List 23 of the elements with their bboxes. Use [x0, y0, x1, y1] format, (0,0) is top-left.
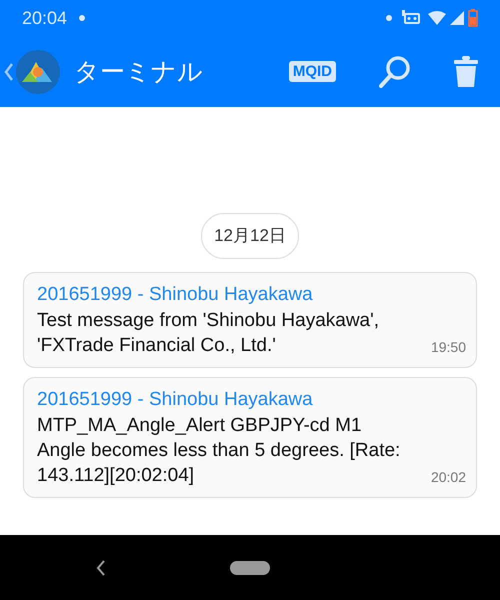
- screen-title: ターミナル: [74, 56, 203, 88]
- message-time: 20:02: [430, 468, 466, 487]
- message-text: Test message from 'Shinobu Hayakawa', 'FXTrade Financial Co., Ltd.': [37, 309, 380, 358]
- battery-icon: [468, 9, 478, 27]
- message-card[interactable]: 201651999 - Shinobu Hayakawa MTP_MA_Angle_Alert GBPJPY-cd M1 Angle becomes less than 5 degrees. [Rate: 143.112][20:02:04] 20:02: [23, 377, 477, 498]
- message-sender: 201651999 - Shinobu Hayakawa: [37, 388, 313, 412]
- date-chip: 12月12日: [201, 213, 299, 259]
- message-card[interactable]: 201651999 - Shinobu Hayakawa Test message from 'Shinobu Hayakawa', 'FXTrade Financial Co., Ltd.' 19:50: [23, 272, 477, 368]
- home-pill[interactable]: [230, 560, 270, 574]
- app-logo-icon: [16, 50, 60, 94]
- signal-icon: [450, 11, 464, 25]
- trash-icon: [454, 56, 478, 88]
- wifi-icon: [428, 11, 446, 25]
- robot-icon: [402, 10, 420, 26]
- back-button[interactable]: [4, 50, 60, 94]
- back-nav-icon[interactable]: [96, 560, 106, 576]
- message-time: 19:50: [430, 338, 466, 357]
- delete-button[interactable]: [454, 56, 478, 88]
- search-button[interactable]: [378, 54, 412, 88]
- message-text: MTP_MA_Angle_Alert GBPJPY-cd M1 Angle becomes less than 5 degrees. [Rate: 143.112][20:02:04]: [37, 414, 402, 488]
- message-sender: 201651999 - Shinobu Hayakawa: [37, 283, 313, 307]
- search-icon: [378, 54, 412, 88]
- status-time: 20:04: [22, 6, 68, 30]
